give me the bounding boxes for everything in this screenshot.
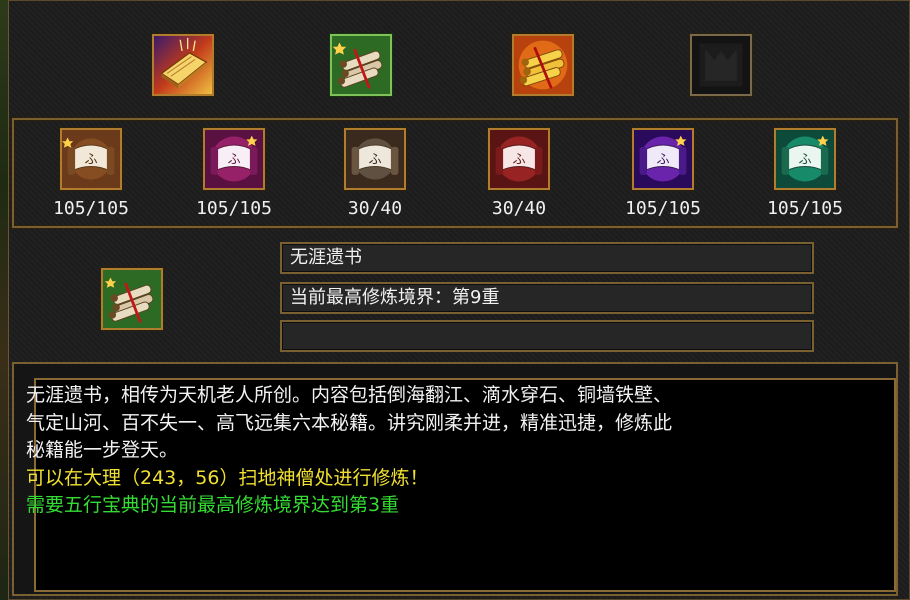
- skill-count-1: 105/105: [53, 198, 129, 219]
- skill-slot-6[interactable]: ふ: [774, 128, 836, 190]
- magenta-scroll-icon: ふ: [205, 130, 263, 188]
- skill-slot-2[interactable]: ふ: [203, 128, 265, 190]
- top-slot-scroll-bundle[interactable]: [330, 34, 392, 96]
- extra-info-field: [280, 320, 814, 352]
- description-line-1: 无涯遗书，相传为天机老人所创。内容包括倒海翻江、滴水穿石、铜墙铁壁、: [26, 384, 673, 406]
- detail-icon-slot: [101, 268, 163, 330]
- golden-book-icon: [154, 36, 212, 94]
- skill-slot-5[interactable]: ふ: [632, 128, 694, 190]
- svg-text:ふ: ふ: [512, 153, 525, 168]
- red-scroll-icon: ふ: [490, 130, 548, 188]
- requirement-text: 需要五行宝典的当前最高修炼境界达到第3重: [26, 494, 400, 516]
- svg-text:ふ: ふ: [798, 153, 811, 168]
- description-text: 无涯遗书，相传为天机老人所创。内容包括倒海翻江、滴水穿石、铜墙铁壁、 气定山河、…: [26, 382, 876, 520]
- skill-count-4: 30/40: [491, 198, 547, 219]
- description-line-2: 气定山河、百不失一、高飞远集六本秘籍。讲究刚柔并进，精准迅捷，修炼此: [26, 411, 673, 434]
- svg-text:ふ: ふ: [84, 153, 97, 168]
- skill-slot-4[interactable]: ふ: [488, 128, 550, 190]
- svg-text:ふ: ふ: [368, 153, 381, 168]
- skill-count-3: 30/40: [347, 198, 403, 219]
- silver-scroll-icon: ふ: [346, 130, 404, 188]
- skill-count-5: 105/105: [625, 198, 701, 219]
- skill-count-6: 105/105: [767, 198, 843, 219]
- svg-text:ふ: ふ: [656, 153, 669, 168]
- scroll-bundle-icon: [332, 36, 390, 94]
- description-line-3: 秘籍能一步登天。: [26, 439, 179, 461]
- svg-text:ふ: ふ: [227, 153, 240, 168]
- scroll-bundle-icon: [103, 270, 161, 328]
- bronze-scroll-icon: ふ: [62, 130, 120, 188]
- top-slot-empty[interactable]: [690, 34, 752, 96]
- skill-slot-3[interactable]: ふ: [344, 128, 406, 190]
- cultivation-level-field: 当前最高修炼境界：第9重: [280, 282, 814, 314]
- skill-count-2: 105/105: [196, 198, 272, 219]
- top-slot-golden-book[interactable]: [152, 34, 214, 96]
- purple-scroll-icon: ふ: [634, 130, 692, 188]
- book-name-field: 无涯遗书: [280, 242, 814, 274]
- skill-slot-1[interactable]: ふ: [60, 128, 122, 190]
- top-slot-golden-scroll-bundle[interactable]: [512, 34, 574, 96]
- training-location-hint: 可以在大理（243，56）扫地神僧处进行修炼！: [26, 466, 429, 489]
- empty-slot-icon: [692, 36, 750, 94]
- teal-scroll-icon: ふ: [776, 130, 834, 188]
- golden-scroll-bundle-icon: [514, 36, 572, 94]
- window-left-edge: [0, 0, 9, 600]
